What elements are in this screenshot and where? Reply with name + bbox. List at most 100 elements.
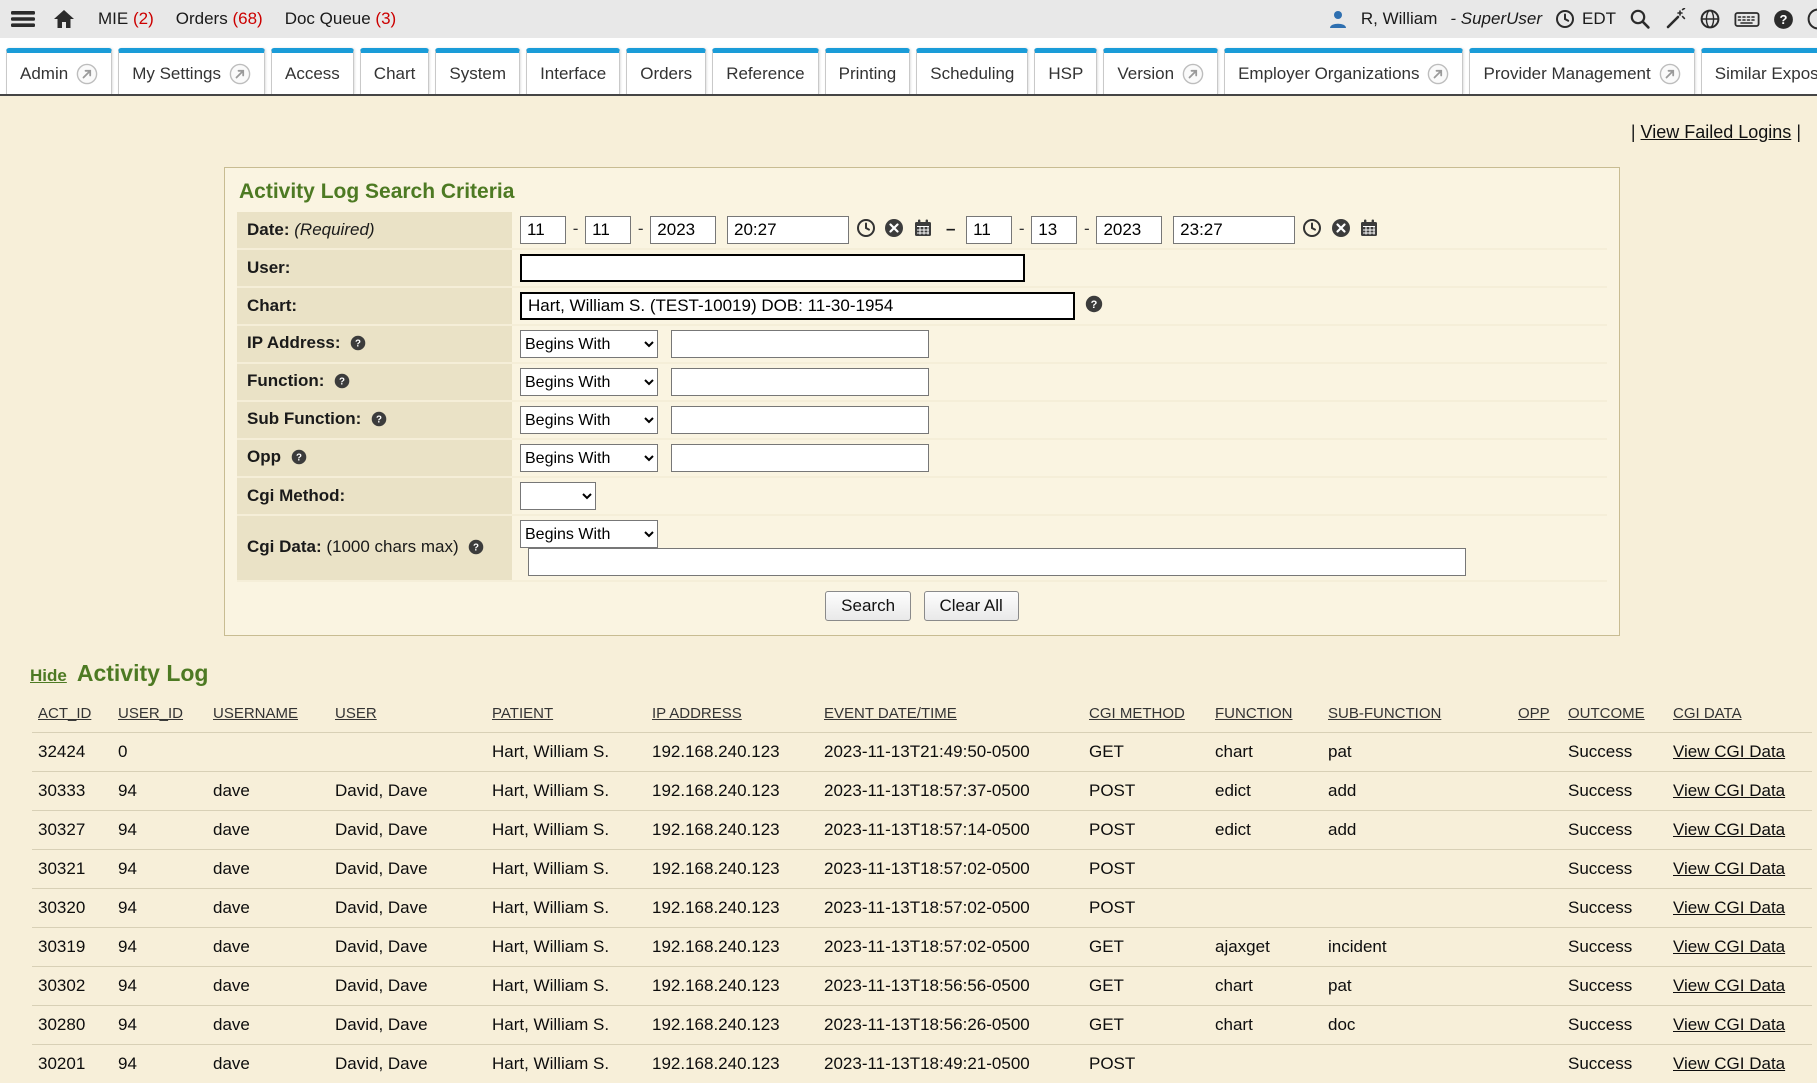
clear-date-icon[interactable] bbox=[884, 218, 904, 243]
cgi-data-help-icon[interactable]: ? bbox=[468, 539, 484, 560]
tab[interactable]: Admin bbox=[6, 48, 112, 94]
function-input[interactable] bbox=[671, 368, 929, 396]
tab[interactable]: Printing bbox=[825, 48, 911, 94]
sub-function-match-select[interactable]: Begins With bbox=[520, 406, 658, 434]
chart-help-icon[interactable]: ? bbox=[1085, 295, 1103, 318]
topbar-nav-link[interactable]: MIE (2) bbox=[98, 9, 154, 29]
opp-match-select[interactable]: Begins With bbox=[520, 444, 658, 472]
table-row[interactable]: 30280 94 dave David, Dave Hart, William … bbox=[32, 1006, 1812, 1045]
time-picker-icon[interactable] bbox=[1302, 218, 1322, 243]
view-cgi-data-link[interactable]: View CGI Data bbox=[1673, 820, 1785, 839]
column-sort-link[interactable]: SUB-FUNCTION bbox=[1328, 705, 1441, 722]
tab[interactable]: HSP bbox=[1034, 48, 1097, 94]
ip-match-select[interactable]: Begins With bbox=[520, 330, 658, 358]
help-icon[interactable]: ? bbox=[1773, 9, 1794, 30]
date-from-month-input[interactable] bbox=[520, 216, 566, 244]
opp-help-icon[interactable]: ? bbox=[291, 449, 307, 470]
column-sort-link[interactable]: PATIENT bbox=[492, 705, 553, 722]
search-button[interactable]: Search bbox=[825, 591, 911, 621]
hide-log-link[interactable]: Hide bbox=[30, 666, 67, 686]
tab[interactable]: Version bbox=[1103, 48, 1218, 94]
wand-icon[interactable] bbox=[1664, 8, 1686, 30]
column-sort-link[interactable]: EVENT DATE/TIME bbox=[824, 705, 957, 722]
calendar-icon[interactable] bbox=[913, 218, 933, 243]
hamburger-menu-icon[interactable] bbox=[10, 8, 36, 30]
date-to-month-input[interactable] bbox=[966, 216, 1012, 244]
tab[interactable]: Similar Expos bbox=[1701, 48, 1817, 94]
column-sort-link[interactable]: USERNAME bbox=[213, 705, 298, 722]
date-to-year-input[interactable] bbox=[1096, 216, 1162, 244]
table-row[interactable]: 30302 94 dave David, Dave Hart, William … bbox=[32, 967, 1812, 1006]
tab[interactable]: Reference bbox=[712, 48, 818, 94]
tab[interactable]: Access bbox=[271, 48, 354, 94]
view-cgi-data-link[interactable]: View CGI Data bbox=[1673, 1054, 1785, 1073]
ip-input[interactable] bbox=[671, 330, 929, 358]
column-sort-link[interactable]: IP ADDRESS bbox=[652, 705, 742, 722]
clear-all-button[interactable]: Clear All bbox=[924, 591, 1019, 621]
chart-input[interactable] bbox=[520, 292, 1075, 320]
tab[interactable]: System bbox=[435, 48, 520, 94]
view-cgi-data-link[interactable]: View CGI Data bbox=[1673, 742, 1785, 761]
view-cgi-data-link[interactable]: View CGI Data bbox=[1673, 1015, 1785, 1034]
column-sort-link[interactable]: CGI METHOD bbox=[1089, 705, 1185, 722]
column-sort-link[interactable]: USER_ID bbox=[118, 705, 183, 722]
date-from-day-input[interactable] bbox=[585, 216, 631, 244]
external-link-icon[interactable] bbox=[1182, 63, 1204, 85]
column-sort-link[interactable]: OPP bbox=[1518, 705, 1550, 722]
cgi-data-input[interactable] bbox=[528, 548, 1466, 576]
topbar-user-name[interactable]: R, William bbox=[1361, 9, 1438, 29]
sub-function-help-icon[interactable]: ? bbox=[371, 411, 387, 432]
view-failed-logins-link[interactable]: View Failed Logins bbox=[1641, 122, 1792, 142]
table-row[interactable]: 30319 94 dave David, Dave Hart, William … bbox=[32, 928, 1812, 967]
tab[interactable]: Interface bbox=[526, 48, 620, 94]
tab[interactable]: Provider Management bbox=[1469, 48, 1694, 94]
cgi-method-select[interactable] bbox=[520, 482, 596, 510]
view-cgi-data-link[interactable]: View CGI Data bbox=[1673, 781, 1785, 800]
column-sort-link[interactable]: ACT_ID bbox=[38, 705, 91, 722]
column-sort-link[interactable]: OUTCOME bbox=[1568, 705, 1645, 722]
table-row[interactable]: 32424 0 Hart, William S. 192.168.240.123… bbox=[32, 733, 1812, 772]
profile-circle-icon[interactable] bbox=[1807, 8, 1817, 30]
topbar-nav-link[interactable]: Doc Queue (3) bbox=[285, 9, 397, 29]
tab[interactable]: Scheduling bbox=[916, 48, 1028, 94]
date-from-year-input[interactable] bbox=[650, 216, 716, 244]
opp-input[interactable] bbox=[671, 444, 929, 472]
clear-date-icon[interactable] bbox=[1331, 218, 1351, 243]
external-link-icon[interactable] bbox=[1659, 63, 1681, 85]
function-help-icon[interactable]: ? bbox=[334, 373, 350, 394]
table-row[interactable]: 30321 94 dave David, Dave Hart, William … bbox=[32, 850, 1812, 889]
column-sort-link[interactable]: USER bbox=[335, 705, 377, 722]
keyboard-icon[interactable] bbox=[1734, 9, 1760, 29]
globe-icon[interactable] bbox=[1699, 8, 1721, 30]
table-row[interactable]: 30320 94 dave David, Dave Hart, William … bbox=[32, 889, 1812, 928]
cgi-data-match-select[interactable]: Begins With bbox=[520, 520, 658, 548]
external-link-icon[interactable] bbox=[229, 63, 251, 85]
time-picker-icon[interactable] bbox=[856, 218, 876, 243]
table-row[interactable]: 30327 94 dave David, Dave Hart, William … bbox=[32, 811, 1812, 850]
column-sort-link[interactable]: FUNCTION bbox=[1215, 705, 1293, 722]
table-row[interactable]: 30201 94 dave David, Dave Hart, William … bbox=[32, 1045, 1812, 1083]
calendar-icon[interactable] bbox=[1359, 218, 1379, 243]
home-icon[interactable] bbox=[52, 8, 76, 30]
external-link-icon[interactable] bbox=[1427, 63, 1449, 85]
external-link-icon[interactable] bbox=[76, 63, 98, 85]
view-cgi-data-link[interactable]: View CGI Data bbox=[1673, 937, 1785, 956]
date-to-day-input[interactable] bbox=[1031, 216, 1077, 244]
user-input[interactable] bbox=[520, 254, 1025, 282]
view-cgi-data-link[interactable]: View CGI Data bbox=[1673, 976, 1785, 995]
date-from-time-input[interactable] bbox=[727, 216, 849, 244]
tab[interactable]: Employer Organizations bbox=[1224, 48, 1463, 94]
view-cgi-data-link[interactable]: View CGI Data bbox=[1673, 898, 1785, 917]
view-cgi-data-link[interactable]: View CGI Data bbox=[1673, 859, 1785, 878]
column-sort-link[interactable]: CGI DATA bbox=[1673, 705, 1742, 722]
ip-help-icon[interactable]: ? bbox=[350, 335, 366, 356]
clock-icon[interactable] bbox=[1555, 9, 1575, 29]
tab[interactable]: Orders bbox=[626, 48, 706, 94]
tab[interactable]: My Settings bbox=[118, 48, 265, 94]
search-icon[interactable] bbox=[1629, 8, 1651, 30]
function-match-select[interactable]: Begins With bbox=[520, 368, 658, 396]
tab[interactable]: Chart bbox=[360, 48, 430, 94]
topbar-nav-link[interactable]: Orders (68) bbox=[176, 9, 263, 29]
date-to-time-input[interactable] bbox=[1173, 216, 1295, 244]
table-row[interactable]: 30333 94 dave David, Dave Hart, William … bbox=[32, 772, 1812, 811]
